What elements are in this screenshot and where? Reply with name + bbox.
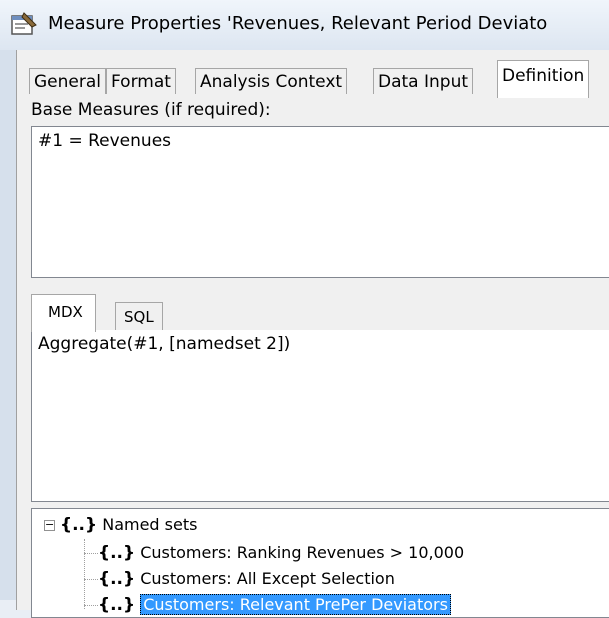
properties-icon [11, 12, 37, 35]
named-set-icon: {..} [98, 595, 136, 615]
tree-connector [84, 579, 98, 580]
tree-node-all-except-selection[interactable]: {..} Customers: All Except Selection [98, 567, 395, 591]
tab-analysis-context[interactable]: Analysis Context [195, 68, 348, 95]
expression-text: Aggregate(#1, [namedset 2]) [38, 334, 291, 354]
tab-definition[interactable]: Definition [497, 60, 590, 98]
base-measures-label: Base Measures (if required): [31, 100, 271, 120]
window-left-edge [0, 50, 16, 600]
tab-strip: General Format Analysis Context Data Inp… [17, 60, 609, 104]
tree-node-named-sets[interactable]: {..} Named sets [60, 513, 197, 537]
tab-mdx[interactable]: MDX [31, 294, 96, 332]
named-sets-tree[interactable]: − {..} Named sets {..} Customers: Rankin… [31, 508, 609, 618]
window-title: Measure Properties 'Revenues, Relevant P… [48, 13, 548, 34]
named-set-icon: {..} [60, 515, 98, 535]
definition-panel: Base Measures (if required): #1 = Revenu… [17, 94, 609, 618]
window-titlebar[interactable]: Measure Properties 'Revenues, Relevant P… [0, 0, 609, 51]
tree-node-relevant-preper-deviators[interactable]: {..} Customers: Relevant PrePer Deviator… [98, 593, 451, 617]
tab-sql[interactable]: SQL [115, 302, 163, 331]
tab-data-input[interactable]: Data Input [373, 68, 474, 95]
base-measures-value: #1 = Revenues [38, 131, 172, 151]
tree-connector [84, 539, 85, 609]
properties-dialog: General Format Analysis Context Data Inp… [16, 50, 609, 618]
tree-connector [84, 605, 98, 606]
expression-tab-strip: MDX SQL [31, 294, 609, 332]
tree-node-label: Customers: All Except Selection [140, 569, 395, 588]
tree-node-ranking-revenues[interactable]: {..} Customers: Ranking Revenues > 10,00… [98, 541, 464, 565]
named-set-icon: {..} [98, 569, 136, 589]
base-measures-input[interactable]: #1 = Revenues [31, 126, 609, 278]
expression-editor[interactable]: Aggregate(#1, [namedset 2]) [31, 330, 609, 502]
tree-node-label: Customers: Ranking Revenues > 10,000 [140, 543, 465, 562]
collapse-icon[interactable]: − [44, 519, 55, 531]
tree-node-label-selected: Customers: Relevant PrePer Deviators [140, 594, 451, 615]
named-set-icon: {..} [98, 543, 136, 563]
tab-format[interactable]: Format [106, 68, 176, 95]
tree-connector [84, 553, 98, 554]
tab-general[interactable]: General [29, 68, 106, 95]
tree-node-label: Named sets [102, 515, 198, 534]
